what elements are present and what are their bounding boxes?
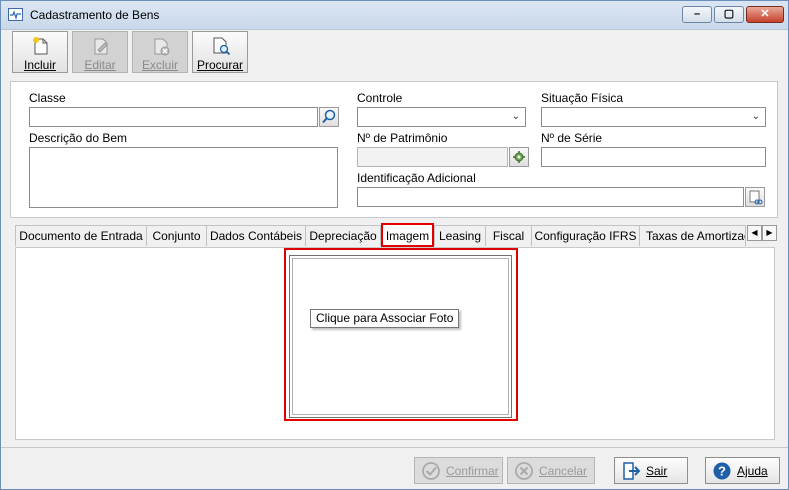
search-document-icon (213, 37, 231, 56)
exit-icon (623, 462, 641, 480)
identificacao-input[interactable] (357, 187, 744, 207)
serie-input[interactable] (541, 147, 766, 167)
identificacao-label: Identificação Adicional (357, 171, 476, 185)
link-icon (749, 190, 763, 205)
arrow-left-icon: ◀ (751, 228, 758, 237)
close-icon: ✕ (760, 8, 770, 20)
chevron-down-icon: ⌄ (511, 111, 520, 122)
sair-button[interactable]: Sair (614, 457, 688, 484)
app-icon (8, 8, 23, 21)
controle-select[interactable]: ⌄ (357, 107, 526, 127)
help-icon: ? (713, 462, 731, 480)
tab-imagem[interactable]: Imagem (381, 223, 434, 247)
close-button[interactable]: ✕ (746, 6, 784, 23)
sair-label: Sair (646, 464, 668, 478)
search-icon (322, 109, 336, 124)
photo-box[interactable] (289, 255, 512, 418)
tab-depreciacao[interactable]: Depreciação (305, 225, 381, 246)
cancel-icon (515, 462, 533, 480)
patrimonio-input[interactable] (357, 147, 508, 167)
tab-documento-de-entrada[interactable]: Documento de Entrada (15, 225, 147, 246)
tab-configuracao-ifrs[interactable]: Configuração IFRS (531, 225, 640, 246)
tab-conjunto[interactable]: Conjunto (146, 225, 207, 246)
title-bar: Cadastramento de Bens – ▢ ✕ (1, 1, 788, 30)
patrimonio-label: Nº de Patrimônio (357, 131, 448, 145)
minimize-icon: – (693, 8, 701, 20)
tab-strip: Documento de Entrada Conjunto Dados Cont… (10, 223, 778, 247)
serie-label: Nº de Série (541, 131, 603, 145)
incluir-button[interactable]: Incluir (12, 31, 68, 73)
confirmar-button[interactable]: Confirmar (414, 457, 503, 484)
maximize-button[interactable]: ▢ (714, 6, 744, 23)
photo-tooltip: Clique para Associar Foto (310, 309, 460, 328)
excluir-label: Excluir (141, 58, 178, 72)
cancelar-label: Cancelar (539, 464, 588, 478)
ajuda-label: Ajuda (737, 464, 768, 478)
svg-text:?: ? (718, 464, 726, 479)
gear-icon (513, 151, 525, 163)
tab-scroll-right-button[interactable]: ▶ (762, 225, 777, 241)
tab-scroll-left-button[interactable]: ◀ (747, 225, 762, 241)
descricao-textarea[interactable] (29, 147, 338, 208)
controle-label: Controle (357, 91, 403, 105)
confirmar-label: Confirmar (446, 464, 499, 478)
editar-label: Editar (84, 58, 116, 72)
classe-input[interactable] (29, 107, 318, 127)
new-document-icon (33, 37, 48, 55)
excluir-button[interactable]: Excluir (132, 31, 188, 73)
editar-button[interactable]: Editar (72, 31, 128, 73)
tab-fiscal[interactable]: Fiscal (485, 225, 532, 246)
toolbar: Incluir Editar Excluir Procurar (1, 30, 788, 76)
situacao-label: Situação Física (541, 91, 624, 105)
tab-leasing[interactable]: Leasing (434, 225, 486, 246)
cancelar-button[interactable]: Cancelar (507, 457, 595, 484)
incluir-label: Incluir (23, 58, 56, 72)
maximize-icon: ▢ (723, 8, 735, 20)
edit-document-icon (94, 38, 108, 55)
tab-dados-contabeis[interactable]: Dados Contábeis (206, 225, 306, 246)
descricao-label: Descrição do Bem (29, 131, 128, 145)
delete-document-icon (154, 38, 170, 56)
arrow-right-icon: ▶ (766, 228, 773, 237)
classe-search-button[interactable] (319, 107, 339, 127)
ajuda-button[interactable]: ? Ajuda (705, 457, 780, 484)
main-window: Cadastramento de Bens – ▢ ✕ Incluir Edit… (0, 0, 789, 490)
situacao-select[interactable]: ⌄ (541, 107, 766, 127)
classe-label: Classe (29, 91, 66, 105)
bottom-bar: Confirmar Cancelar Sair ? Ajuda (1, 447, 788, 490)
identificacao-link-button[interactable] (745, 187, 765, 207)
minimize-button[interactable]: – (682, 6, 712, 23)
window-title: Cadastramento de Bens (30, 8, 160, 22)
patrimonio-generate-button[interactable] (509, 147, 529, 167)
check-icon (422, 462, 440, 480)
chevron-down-icon: ⌄ (751, 111, 760, 122)
procurar-label: Procurar (196, 58, 243, 72)
procurar-button[interactable]: Procurar (192, 31, 248, 73)
tab-taxas-de-amortizacao[interactable]: Taxas de Amortização (639, 225, 746, 246)
